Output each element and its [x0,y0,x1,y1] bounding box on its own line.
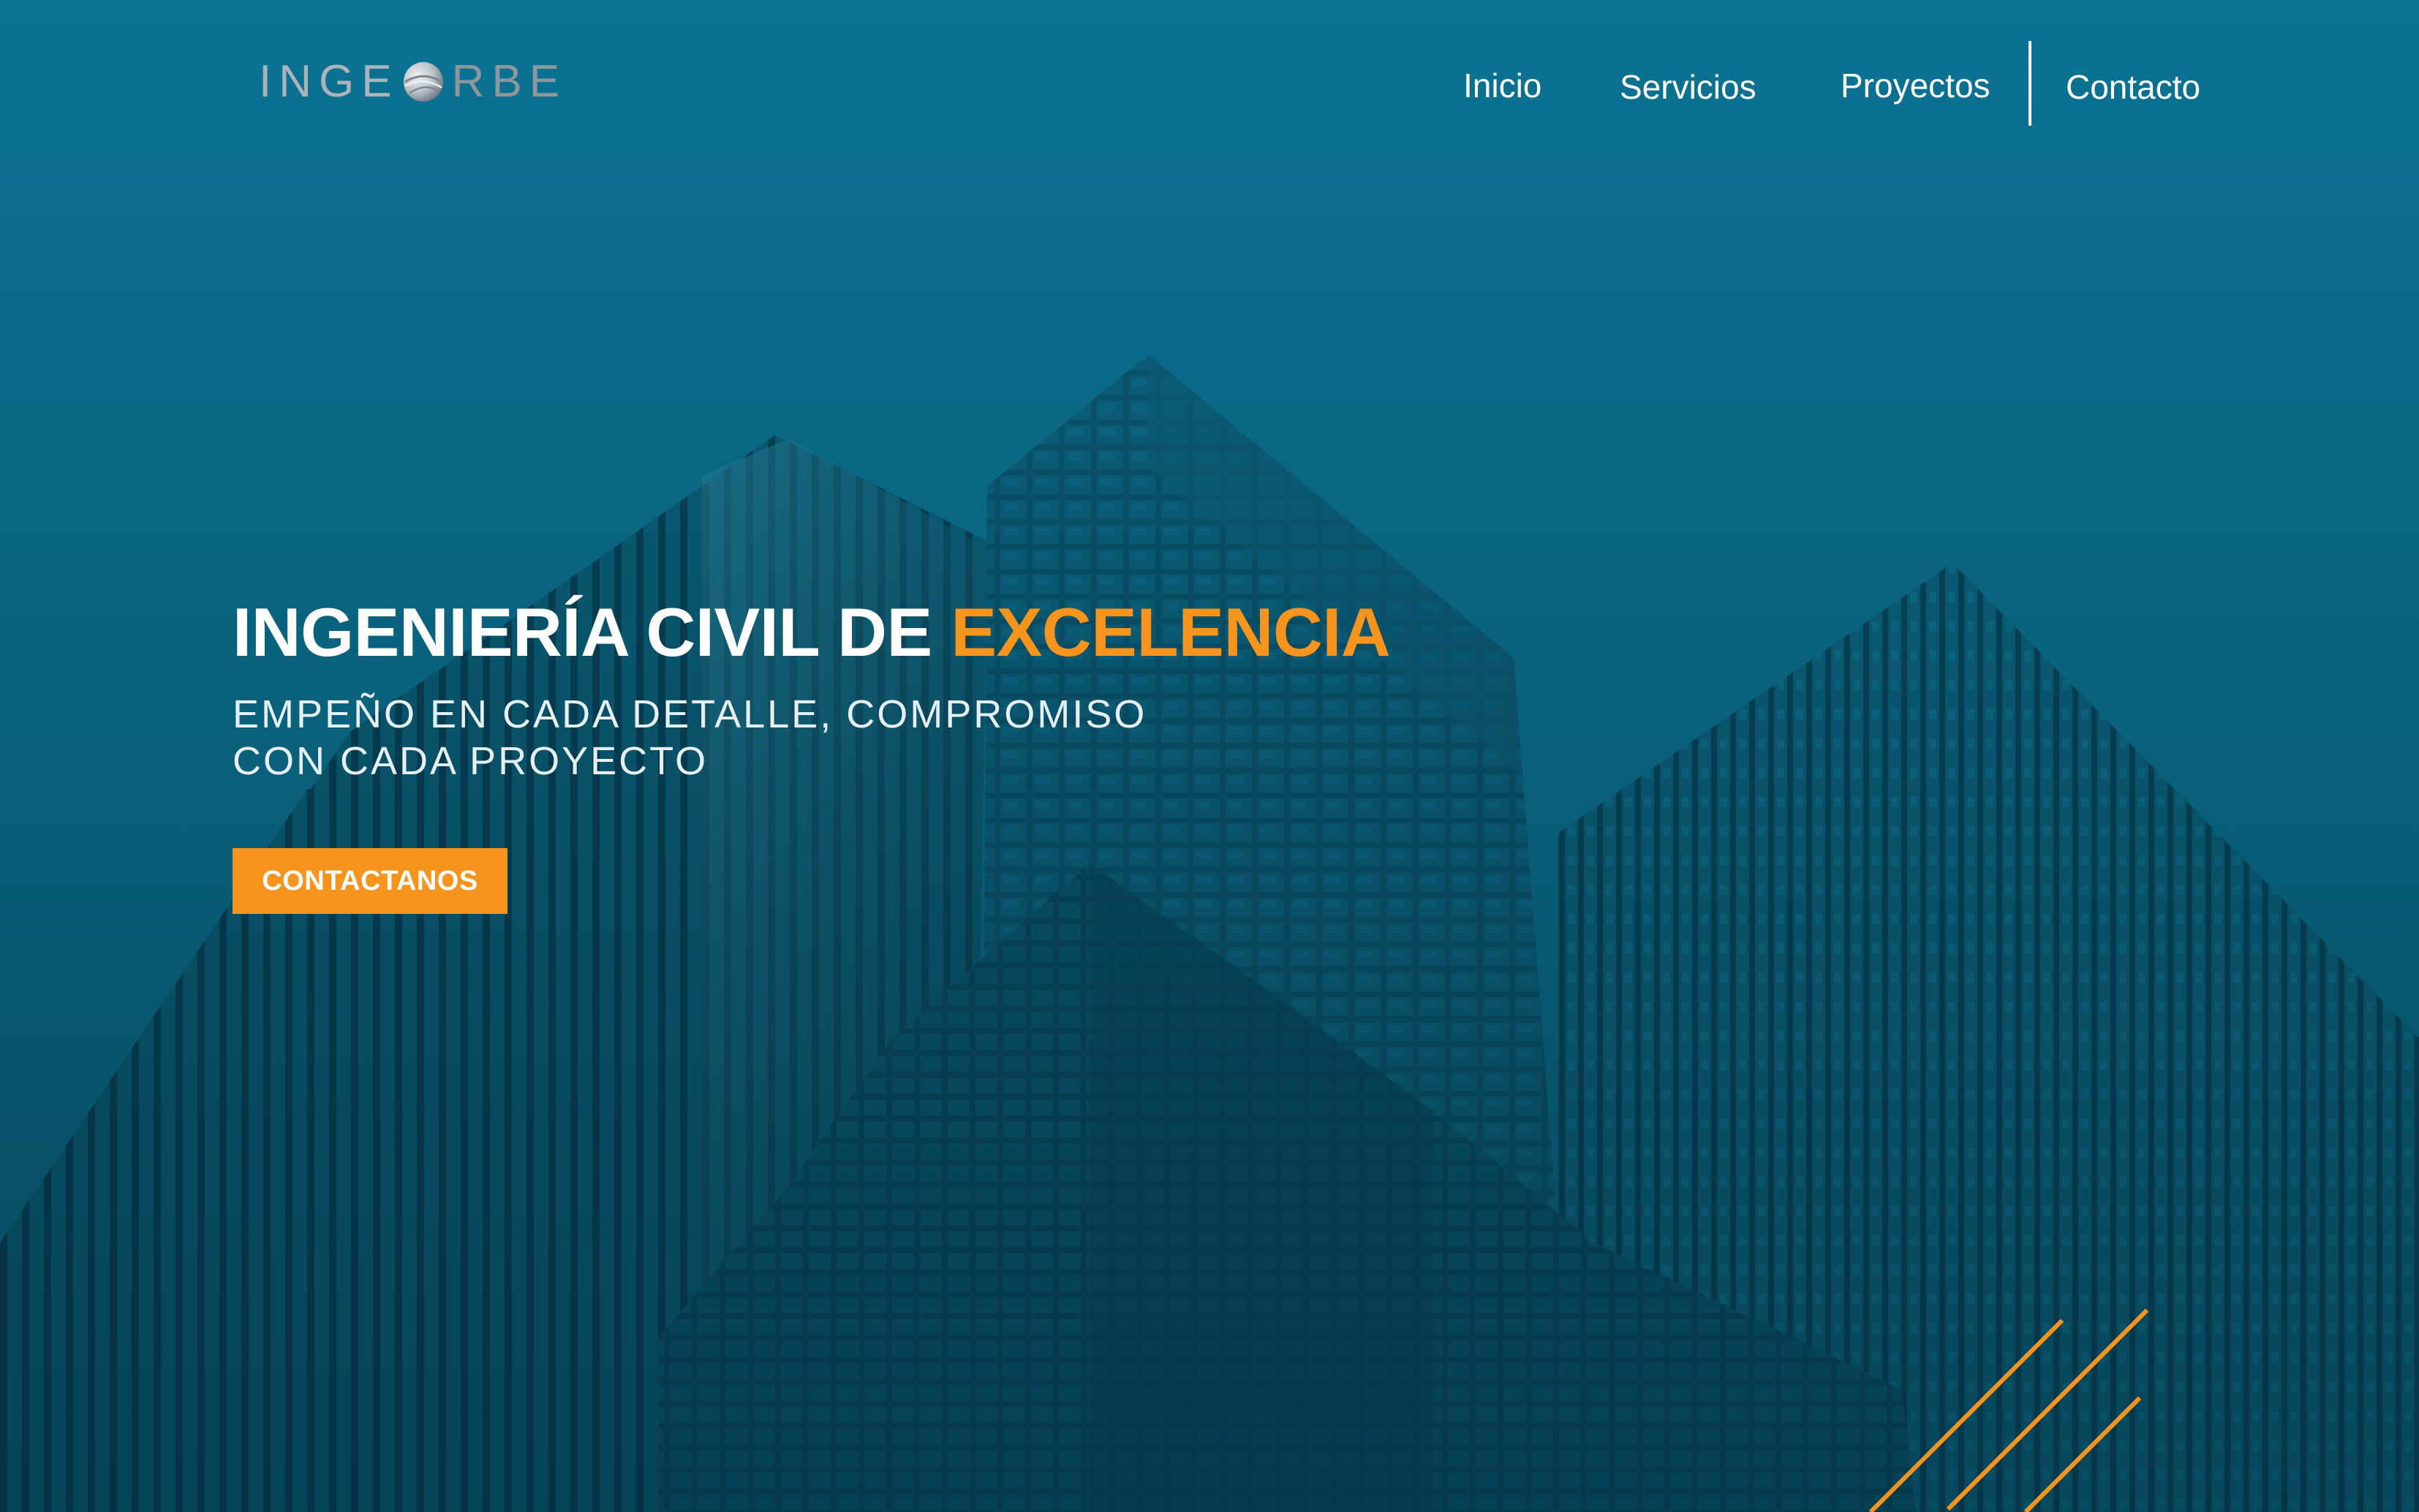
logo-text-right: RBE [451,56,567,107]
hero-subtitle-line-1: EMPEÑO EN CADA DETALLE, COMPROMISO [233,692,1147,736]
diagonal-lines-decoration [1868,1308,2149,1512]
landing-page: INGE RBE Inicio Servicios Proyectos Cont… [0,0,2419,1512]
nav-item-proyectos[interactable]: Proyectos [1841,69,1990,102]
logo-text-left: INGE [259,56,399,107]
nav-item-servicios[interactable]: Servicios [1620,70,1756,104]
hero-title: INGENIERÍA CIVIL DE EXCELENCIA [233,598,1391,667]
hero-subtitle-line-2: CON CADA PROYECTO [233,739,709,783]
nav-divider [2029,41,2031,126]
contact-cta-button[interactable]: CONTACTANOS [233,848,507,914]
globe-icon [403,61,443,102]
nav-item-contacto[interactable]: Contacto [2066,70,2200,104]
hero-title-accent: EXCELENCIA [951,594,1391,670]
nav-item-inicio[interactable]: Inicio [1463,69,1541,102]
hero-title-main: INGENIERÍA CIVIL DE [233,594,951,670]
brand-logo[interactable]: INGE RBE [259,56,567,107]
